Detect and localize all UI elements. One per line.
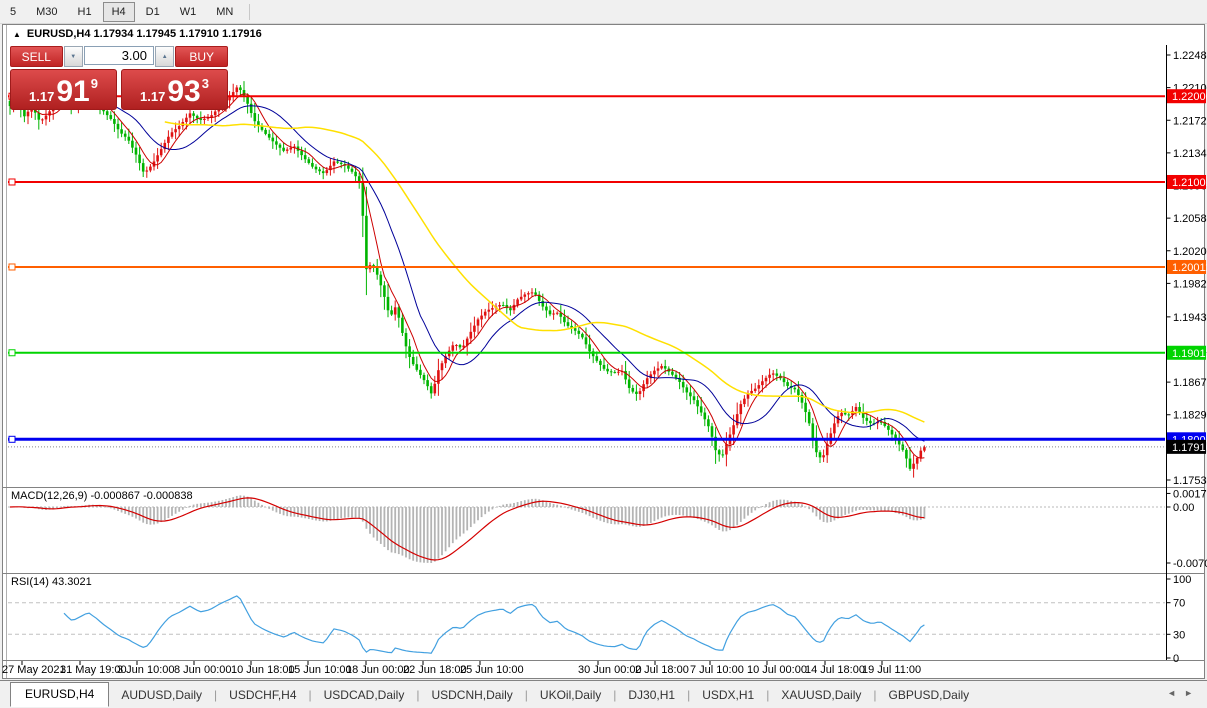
chart-title-text: EURUSD,H4 1.17934 1.17945 1.17910 1.1791… xyxy=(27,28,262,40)
sell-button[interactable]: SELL xyxy=(10,46,63,67)
chart-tab-bar: ◄► EURUSD,H4AUDUSD,Daily|USDCHF,H4|USDCA… xyxy=(0,680,1207,708)
current-price-label: 1.17916 xyxy=(1167,440,1207,454)
svg-text:1.20580: 1.20580 xyxy=(1173,213,1207,225)
svg-text:1.22000: 1.22000 xyxy=(1172,91,1207,103)
svg-text:7 Jul 10:00: 7 Jul 10:00 xyxy=(690,664,744,676)
svg-text:22 Jun 18:00: 22 Jun 18:00 xyxy=(403,664,467,676)
svg-text:1.21001: 1.21001 xyxy=(1172,177,1207,189)
price-line-label-1.20011: 1.20011 xyxy=(1167,260,1207,274)
tab-gbpusd-daily[interactable]: GBPUSD,Daily xyxy=(876,684,981,706)
buy-price-sup: 3 xyxy=(202,76,209,91)
buy-price-button[interactable]: 1.17 93 3 xyxy=(121,69,228,110)
rsi-label: RSI(14) 43.3021 xyxy=(11,576,92,588)
tab-usdchf-h4[interactable]: USDCHF,H4 xyxy=(217,684,308,706)
tab-usdx-h1[interactable]: USDX,H1 xyxy=(690,684,766,706)
timeframe-h4[interactable]: H4 xyxy=(103,2,135,22)
line-handle[interactable] xyxy=(9,350,15,356)
chart-title: ▲ EURUSD,H4 1.17934 1.17945 1.17910 1.17… xyxy=(13,28,262,40)
svg-text:14 Jul 18:00: 14 Jul 18:00 xyxy=(805,664,865,676)
volume-increase-button[interactable]: ▲ xyxy=(155,46,174,67)
svg-text:1.18670: 1.18670 xyxy=(1173,377,1207,389)
tab-audusd-daily[interactable]: AUDUSD,Daily xyxy=(109,684,214,706)
svg-text:1.19820: 1.19820 xyxy=(1173,278,1207,290)
timeframe-m30[interactable]: M30 xyxy=(27,2,66,22)
svg-text:1.21340: 1.21340 xyxy=(1173,148,1207,160)
timeframe-w1[interactable]: W1 xyxy=(171,2,206,22)
triangle-up-icon: ▲ xyxy=(162,54,168,60)
svg-text:1.20011: 1.20011 xyxy=(1172,262,1207,274)
svg-text:10 Jul 00:00: 10 Jul 00:00 xyxy=(747,664,807,676)
svg-text:100: 100 xyxy=(1173,574,1191,586)
sell-price-button[interactable]: 1.17 91 9 xyxy=(10,69,117,110)
svg-text:8 Jun 00:00: 8 Jun 00:00 xyxy=(174,664,232,676)
quick-trade-panel: SELL ▼ ▲ BUY 1.17 91 9 1.17 93 3 xyxy=(10,46,228,110)
tab-usdcnh-daily[interactable]: USDCNH,Daily xyxy=(419,684,524,706)
collapse-quick-trade-icon[interactable]: ▲ xyxy=(13,30,21,39)
svg-text:25 Jun 10:00: 25 Jun 10:00 xyxy=(460,664,524,676)
line-handle[interactable] xyxy=(9,179,15,185)
buy-price-big: 93 xyxy=(167,77,200,107)
tab-xauusd-daily[interactable]: XAUUSD,Daily xyxy=(769,684,873,706)
svg-text:0: 0 xyxy=(1173,653,1179,665)
buy-price-prefix: 1.17 xyxy=(140,89,165,104)
timeframe-d1[interactable]: D1 xyxy=(137,2,169,22)
svg-text:-0.00709: -0.00709 xyxy=(1173,558,1207,570)
triangle-down-icon: ▼ xyxy=(70,54,76,60)
sell-price-sup: 9 xyxy=(91,76,98,91)
line-handle[interactable] xyxy=(9,436,15,442)
svg-text:27 May 2021: 27 May 2021 xyxy=(2,664,66,676)
sell-price-prefix: 1.17 xyxy=(29,89,54,104)
svg-text:2 Jul 18:00: 2 Jul 18:00 xyxy=(635,664,689,676)
svg-text:0.00: 0.00 xyxy=(1173,502,1194,514)
timeframe-h1[interactable]: H1 xyxy=(69,2,101,22)
tab-eurusd-h4[interactable]: EURUSD,H4 xyxy=(10,682,109,707)
tab-scroll-arrows[interactable]: ◄► xyxy=(1167,688,1201,698)
svg-text:70: 70 xyxy=(1173,598,1185,610)
price-line-label-1.19012: 1.19012 xyxy=(1167,346,1207,360)
svg-text:1.22480: 1.22480 xyxy=(1173,50,1207,62)
svg-text:15 Jun 10:00: 15 Jun 10:00 xyxy=(288,664,352,676)
svg-text:1.19012: 1.19012 xyxy=(1172,348,1207,360)
time-axis-labels[interactable]: 27 May 202131 May 19:003 Jun 10:008 Jun … xyxy=(2,661,921,676)
svg-text:1.19430: 1.19430 xyxy=(1173,312,1207,324)
toolbar-separator xyxy=(249,4,250,20)
svg-text:1.17530: 1.17530 xyxy=(1173,475,1207,487)
tab-dj30-h1[interactable]: DJ30,H1 xyxy=(616,684,687,706)
buy-button[interactable]: BUY xyxy=(175,46,228,67)
svg-text:1.18290: 1.18290 xyxy=(1173,410,1207,422)
volume-input[interactable] xyxy=(84,46,154,65)
svg-text:10 Jun 18:00: 10 Jun 18:00 xyxy=(231,664,295,676)
timeframe-mn[interactable]: MN xyxy=(207,2,242,22)
price-line-label-1.21001: 1.21001 xyxy=(1167,175,1207,189)
sell-price-big: 91 xyxy=(56,77,89,107)
svg-text:30 Jun 00:00: 30 Jun 00:00 xyxy=(578,664,642,676)
tab-usdcad-daily[interactable]: USDCAD,Daily xyxy=(312,684,417,706)
svg-text:18 Jun 00:00: 18 Jun 00:00 xyxy=(346,664,410,676)
svg-text:30: 30 xyxy=(1173,629,1185,641)
svg-text:1.21720: 1.21720 xyxy=(1173,115,1207,127)
tab-ukoil-daily[interactable]: UKOil,Daily xyxy=(528,684,613,706)
line-handle[interactable] xyxy=(9,264,15,270)
macd-label: MACD(12,26,9) -0.000867 -0.000838 xyxy=(11,490,193,502)
svg-text:0.001718: 0.001718 xyxy=(1173,488,1207,500)
price-line-label-1.22000: 1.22000 xyxy=(1167,89,1207,103)
timeframe-toolbar: 5M30H1H4D1W1MN xyxy=(0,0,1207,24)
svg-text:1.20200: 1.20200 xyxy=(1173,246,1207,258)
svg-text:19 Jul 11:00: 19 Jul 11:00 xyxy=(862,664,921,676)
svg-text:3 Jun 10:00: 3 Jun 10:00 xyxy=(117,664,175,676)
volume-decrease-button[interactable]: ▼ xyxy=(64,46,83,67)
timeframe-5[interactable]: 5 xyxy=(1,2,25,22)
svg-text:1.17916: 1.17916 xyxy=(1172,442,1207,454)
